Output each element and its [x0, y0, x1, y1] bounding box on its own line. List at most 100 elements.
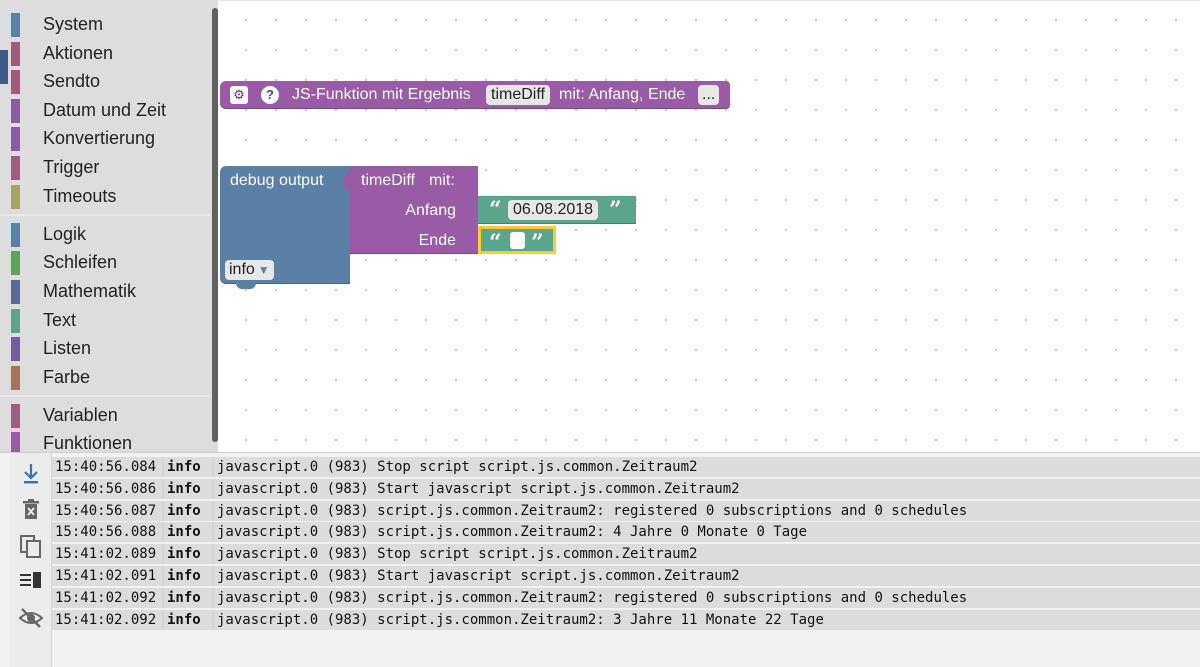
toolbox-category-listen[interactable]: Listen — [0, 335, 210, 363]
category-color-swatch — [11, 41, 20, 66]
log-level: info — [164, 522, 212, 543]
category-label: Konvertierung — [43, 128, 156, 149]
log-timestamp: 15:41:02.091 — [52, 565, 162, 586]
log-row: 15:40:56.088 info javascript.0 (983) scrip… — [52, 522, 1200, 543]
category-color-swatch — [11, 337, 20, 362]
category-label: Datum und Zeit — [43, 99, 167, 120]
toolbox-category-aktionen[interactable]: Aktionen — [0, 40, 210, 68]
log-row: 15:41:02.091 info javascript.0 (983) Start… — [52, 565, 1200, 586]
category-color-swatch — [11, 98, 20, 123]
log-message: javascript.0 (983) script.js.common.Zeit… — [214, 587, 1200, 608]
toolbox-category-mathematik[interactable]: Mathematik — [0, 278, 210, 306]
log-row: 15:41:02.092 info javascript.0 (983) scrip… — [52, 587, 1200, 608]
function-name-field[interactable]: timeDiff — [486, 85, 550, 105]
log-timestamp: 15:41:02.092 — [52, 609, 162, 630]
log-message: javascript.0 (983) Stop script script.js… — [214, 544, 1200, 565]
log-row: 15:41:02.092 info javascript.0 (983) scrip… — [52, 609, 1200, 630]
log-toolbar — [10, 453, 52, 667]
arg-anfang-label: Anfang — [405, 202, 456, 219]
text-value-field[interactable]: 06.08.2018 — [508, 200, 599, 220]
arg-ende-label: Ende — [418, 232, 456, 249]
output-connector — [344, 172, 354, 190]
category-color-swatch — [11, 403, 20, 428]
category-label: Mathematik — [43, 280, 137, 301]
open-quote-icon: “ — [489, 197, 502, 223]
category-label: Sendto — [43, 71, 101, 92]
function-block-label: JS-Funktion mit Ergebnis — [292, 86, 471, 103]
log-timestamp: 15:41:02.089 — [52, 544, 162, 565]
function-more-button[interactable]: ... — [698, 85, 720, 105]
category-label: Text — [43, 309, 77, 330]
function-call-block[interactable]: timeDiff mit: Anfang Ende — [344, 166, 478, 254]
toolbox-category-funktionen[interactable]: Funktionen — [0, 430, 210, 452]
function-params-label: mit: Anfang, Ende — [559, 86, 686, 103]
log-timestamp: 15:40:56.084 — [52, 457, 162, 477]
log-panel: 15:40:56.084 info javascript.0 (983) Stop … — [0, 452, 1200, 667]
log-list: 15:40:56.084 info javascript.0 (983) Stop … — [52, 457, 1200, 631]
log-message: javascript.0 (983) script.js.common.Zeit… — [214, 500, 1200, 521]
open-quote-icon: “ — [489, 230, 502, 256]
category-label: Timeouts — [43, 185, 117, 206]
debug-output-block[interactable]: debug output info ▼ — [220, 166, 350, 289]
text-block-ende[interactable]: “ ” — [478, 226, 556, 256]
category-color-swatch — [11, 308, 20, 333]
log-level: info — [164, 500, 212, 521]
toolbox-category-text[interactable]: Text — [0, 307, 210, 335]
category-color-swatch — [11, 127, 20, 152]
category-label: Listen — [43, 338, 92, 359]
log-level: info — [164, 587, 212, 608]
log-message: javascript.0 (983) Start javascript scri… — [214, 478, 1200, 499]
category-color-swatch — [11, 251, 20, 276]
log-row: 15:40:56.087 info javascript.0 (983) scrip… — [52, 500, 1200, 521]
category-color-swatch — [11, 222, 20, 247]
log-timestamp: 15:41:02.092 — [52, 587, 162, 608]
call-function-name: timeDiff — [361, 172, 415, 189]
copy-icon[interactable] — [10, 531, 51, 561]
category-label: Variablen — [43, 404, 118, 425]
log-timestamp: 15:40:56.087 — [52, 500, 162, 521]
log-message: javascript.0 (983) Start javascript scri… — [214, 565, 1200, 586]
log-level: info — [164, 478, 212, 499]
toolbox-category-konvertierung[interactable]: Konvertierung — [0, 125, 210, 153]
log-row: 15:40:56.084 info javascript.0 (983) Stop … — [52, 457, 1200, 477]
log-message: javascript.0 (983) Stop script script.js… — [214, 457, 1200, 477]
toolbox-category-farbe[interactable]: Farbe — [0, 364, 210, 392]
category-label: Schleifen — [43, 252, 118, 273]
toolbox-category-system[interactable]: System — [0, 11, 210, 39]
log-level-dropdown[interactable]: info ▼ — [225, 260, 274, 280]
toolbox-category-schleifen[interactable]: Schleifen — [0, 249, 210, 277]
category-color-swatch — [11, 279, 20, 304]
help-icon[interactable]: ? — [261, 86, 279, 104]
layout-icon[interactable] — [10, 567, 51, 597]
trash-icon[interactable] — [10, 495, 51, 525]
toolbox-category-variablen[interactable]: Variablen — [0, 402, 210, 430]
chevron-down-icon: ▼ — [257, 263, 270, 277]
log-level: info — [164, 544, 212, 565]
log-timestamp: 15:40:56.088 — [52, 522, 162, 543]
toolbox-category-datum-und-zeit[interactable]: Datum und Zeit — [0, 97, 210, 125]
text-block-anfang[interactable]: “ 06.08.2018 ” — [478, 196, 636, 224]
call-mit-label: mit: — [429, 172, 455, 189]
category-color-swatch — [11, 156, 20, 180]
toolbox-category-trigger[interactable]: Trigger — [0, 154, 210, 182]
eye-off-icon[interactable] — [10, 603, 51, 633]
close-quote-icon: ” — [609, 197, 622, 223]
gear-icon[interactable]: ⚙ — [230, 86, 248, 104]
close-quote-icon: ” — [531, 230, 544, 256]
category-label: Logik — [43, 223, 87, 244]
category-label: System — [43, 14, 104, 34]
toolbox-category-timeouts[interactable]: Timeouts — [0, 183, 210, 211]
function-definition-block[interactable]: ⚙ ? JS-Funktion mit Ergebnis timeDiff mi… — [220, 81, 730, 109]
category-label: Trigger — [43, 157, 100, 177]
category-label: Farbe — [43, 366, 91, 387]
toolbox-category-logik[interactable]: Logik — [0, 221, 210, 249]
scroll-down-icon[interactable] — [10, 459, 51, 489]
log-level-value: info — [229, 261, 255, 278]
text-value-field-empty[interactable] — [510, 232, 525, 249]
category-label: Aktionen — [43, 42, 114, 63]
toolbox-separator — [0, 214, 210, 217]
blockly-toolbox: System Aktionen Sendto Datum und Zeit Konver… — [0, 0, 218, 452]
log-level: info — [164, 457, 212, 477]
toolbox-category-sendto[interactable]: Sendto — [0, 68, 210, 96]
debug-output-label: debug output — [230, 172, 324, 189]
